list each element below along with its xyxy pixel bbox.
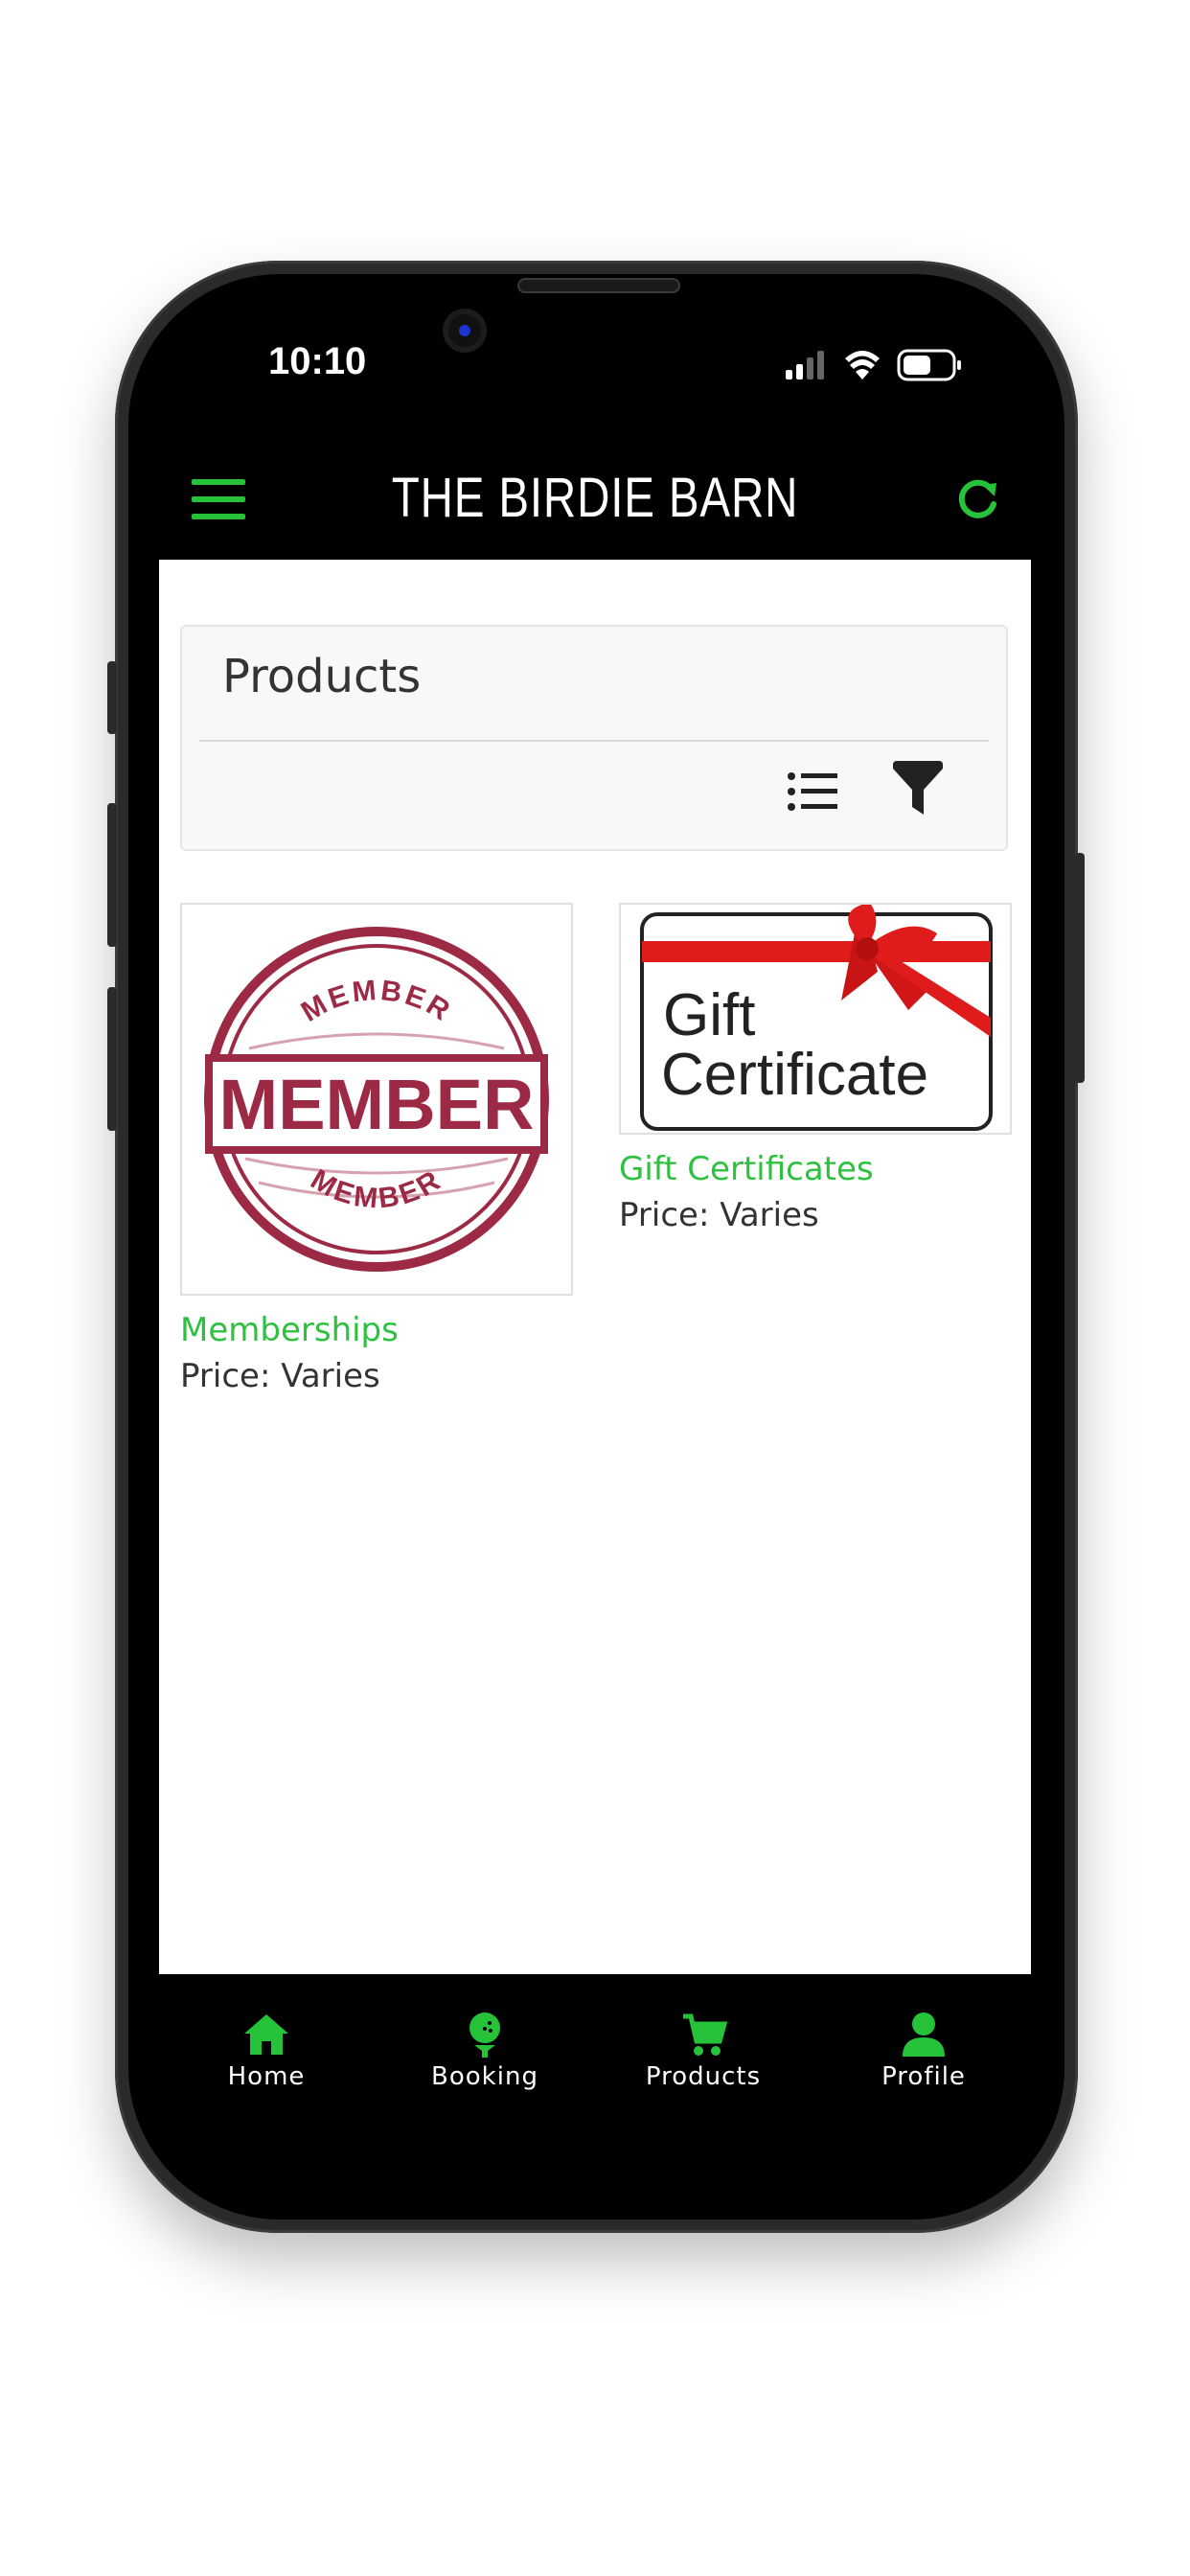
page-title: Products: [222, 650, 422, 703]
cellular-signal-icon: [786, 351, 824, 380]
gift-image-line2: Certificate: [661, 1042, 928, 1108]
product-name-memberships[interactable]: Memberships: [180, 1311, 399, 1349]
earpiece-speaker: [517, 278, 680, 293]
product-price-memberships: Price: Varies: [180, 1357, 380, 1395]
nav-item-profile[interactable]: Profile: [837, 1974, 1010, 2099]
svg-text:MEMBER: MEMBER: [306, 1163, 448, 1214]
battery-icon: [897, 349, 961, 381]
phone-side-button: [107, 661, 117, 734]
front-camera: [443, 309, 487, 353]
status-time: 10:10: [268, 340, 367, 382]
golf-ball-tee-icon: [469, 2012, 500, 2058]
gift-certificate-image: Gift Certificate: [640, 905, 993, 1131]
svg-text:MEMBER: MEMBER: [296, 975, 458, 1028]
cart-icon: [683, 2013, 727, 2056]
app-header: THE BIRDIE BARN: [159, 448, 1031, 560]
filter-icon[interactable]: [891, 761, 945, 818]
nav-label-products: Products: [645, 2062, 762, 2091]
product-tile-gift-certificates[interactable]: Gift Certificate: [619, 903, 1012, 1135]
nav-label-booking: Booking: [431, 2062, 538, 2091]
nav-item-booking[interactable]: Booking: [399, 1974, 571, 2099]
member-stamp-image: MEMBER MEMBER MEMBER: [204, 927, 549, 1272]
status-icons: [786, 347, 968, 385]
phone-volume-down-button: [107, 987, 117, 1131]
gift-image-line1: Gift: [663, 982, 755, 1048]
home-icon: [244, 2014, 288, 2055]
nav-label-home: Home: [227, 2062, 306, 2091]
stamp-ring-bottom-text: MEMBER: [306, 1163, 446, 1214]
divider: [199, 740, 989, 742]
main-content: Products MEMBER MEMBER MEMBER Membership…: [159, 560, 1031, 1974]
stamp-ring-top-text: MEMBER: [296, 975, 455, 1028]
product-name-gift-certificates[interactable]: Gift Certificates: [619, 1150, 874, 1188]
stamp-main-text: MEMBER: [219, 1065, 535, 1144]
product-price-gift-certificates: Price: Varies: [619, 1196, 819, 1234]
product-tile-memberships[interactable]: MEMBER MEMBER MEMBER: [180, 903, 573, 1296]
phone-volume-up-button: [107, 803, 117, 947]
user-icon: [903, 2012, 945, 2057]
bottom-nav: Home Booking Products Profile: [159, 1974, 1031, 2099]
refresh-icon[interactable]: [954, 475, 1002, 523]
phone-power-button: [1075, 853, 1085, 1083]
nav-item-home[interactable]: Home: [180, 1974, 353, 2099]
nav-item-products[interactable]: Products: [617, 1974, 790, 2099]
nav-label-profile: Profile: [881, 2062, 966, 2091]
products-panel: Products: [180, 625, 1008, 851]
list-view-icon[interactable]: [786, 769, 839, 815]
wifi-icon: [845, 351, 880, 380]
app-title: THE BIRDIE BARN: [391, 467, 799, 529]
